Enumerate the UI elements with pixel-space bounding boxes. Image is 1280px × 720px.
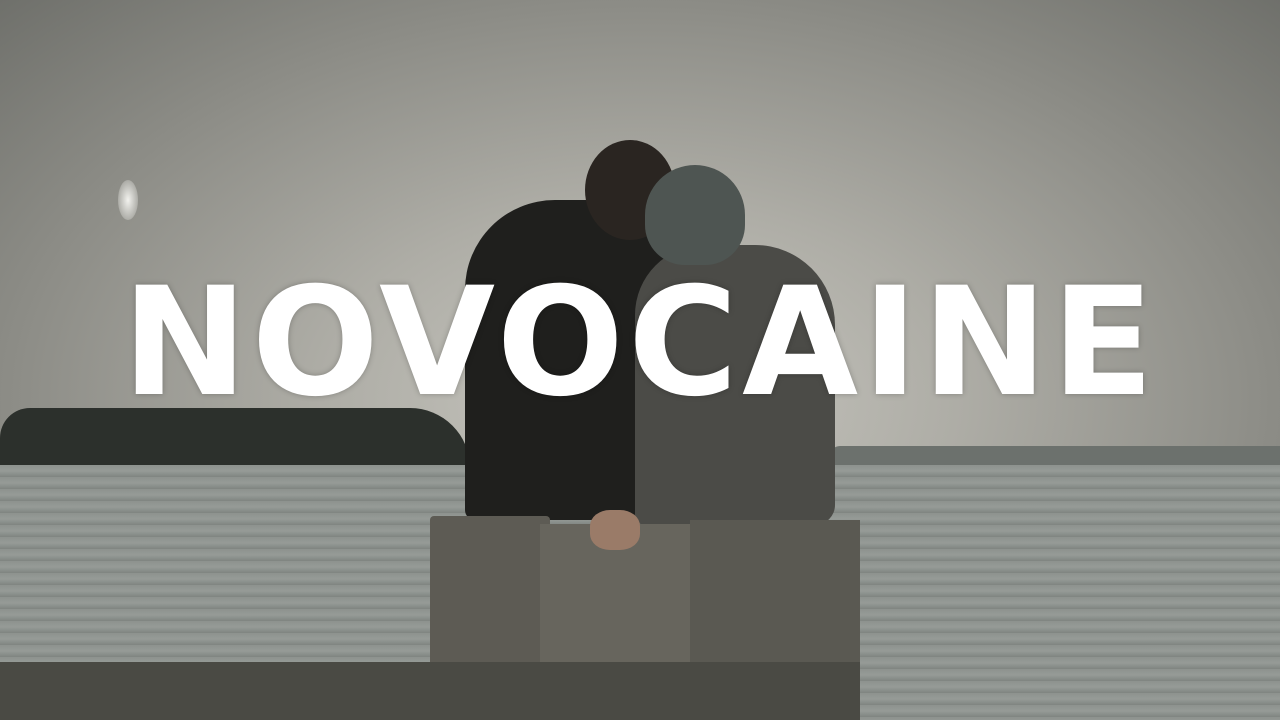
hand xyxy=(590,510,640,550)
distant-shore xyxy=(830,446,1280,466)
moon xyxy=(118,180,138,220)
thumbnail-title: NOVOCAINE xyxy=(122,256,1158,430)
person-right-head xyxy=(645,165,745,265)
dock xyxy=(0,662,860,720)
